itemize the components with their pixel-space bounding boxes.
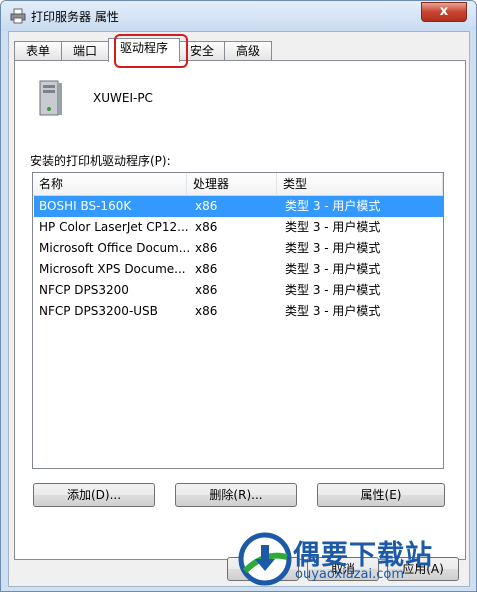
driver-row[interactable]: NFCP DPS3200-USB x86 类型 3 - 用户模式 xyxy=(34,301,443,322)
drivers-listview[interactable]: 名称 处理器 类型 BOSHI BS-160K x86 类型 3 - 用户模式 … xyxy=(32,172,444,469)
add-driver-button[interactable]: 添加(D)... xyxy=(33,483,155,507)
driver-row[interactable]: BOSHI BS-160K x86 类型 3 - 用户模式 xyxy=(34,196,443,217)
drivers-list-label: 安装的打印机驱动程序(P): xyxy=(30,154,171,168)
column-header-type[interactable]: 类型 xyxy=(277,173,443,195)
driver-processor: x86 xyxy=(195,241,218,255)
driver-name: NFCP DPS3200 xyxy=(39,283,129,297)
watermark-logo: 偶要下载站 ouyaoxiazai.com xyxy=(233,527,477,592)
title-bar[interactable]: 打印服务器 属性 x xyxy=(1,1,476,31)
driver-name: NFCP DPS3200-USB xyxy=(39,304,158,318)
driver-type: 类型 3 - 用户模式 xyxy=(285,241,381,255)
close-button[interactable]: x xyxy=(421,2,467,22)
driver-processor: x86 xyxy=(195,220,218,234)
driver-name: Microsoft Office Docum... xyxy=(39,241,189,255)
column-header-name[interactable]: 名称 xyxy=(33,173,187,195)
drivers-tab-panel: XUWEI-PC 安装的打印机驱动程序(P): 名称 处理器 类型 BOSHI … xyxy=(14,60,466,560)
column-header-processor[interactable]: 处理器 xyxy=(187,173,277,195)
driver-row[interactable]: Microsoft Office Docum... x86 类型 3 - 用户模… xyxy=(34,238,443,259)
dialog-client-area: 表单 端口 驱动程序 安全 高级 XUWEI-PC 安装的打印机驱动程序(P):… xyxy=(8,31,470,587)
driver-row[interactable]: NFCP DPS3200 x86 类型 3 - 用户模式 xyxy=(34,280,443,301)
listview-header: 名称 处理器 类型 xyxy=(33,173,443,196)
driver-processor: x86 xyxy=(195,283,218,297)
driver-row[interactable]: HP Color LaserJet CP12... x86 类型 3 - 用户模… xyxy=(34,217,443,238)
window-title: 打印服务器 属性 xyxy=(31,10,119,24)
driver-processor: x86 xyxy=(195,262,218,276)
driver-row[interactable]: Microsoft XPS Docume... x86 类型 3 - 用户模式 xyxy=(34,259,443,280)
driver-properties-button[interactable]: 属性(E) xyxy=(317,483,445,507)
remove-driver-button[interactable]: 删除(R)... xyxy=(175,483,297,507)
driver-processor: x86 xyxy=(195,199,218,213)
watermark-url: ouyaoxiazai.com xyxy=(295,567,404,582)
tab-security[interactable]: 安全 xyxy=(179,41,225,61)
tab-drivers[interactable]: 驱动程序 xyxy=(108,38,180,62)
printer-server-properties-window: 打印服务器 属性 x 表单 端口 驱动程序 安全 高级 XUWEI-PC 安装的… xyxy=(0,0,477,592)
driver-type: 类型 3 - 用户模式 xyxy=(285,304,381,318)
driver-name: Microsoft XPS Docume... xyxy=(39,262,186,276)
driver-name: HP Color LaserJet CP12... xyxy=(39,220,189,234)
tab-advanced[interactable]: 高级 xyxy=(224,41,272,61)
driver-name: BOSHI BS-160K xyxy=(39,199,132,213)
driver-type: 类型 3 - 用户模式 xyxy=(285,262,381,276)
driver-type: 类型 3 - 用户模式 xyxy=(285,220,381,234)
tab-forms[interactable]: 表单 xyxy=(14,41,62,61)
server-name: XUWEI-PC xyxy=(93,91,153,105)
computer-tower-icon xyxy=(39,80,62,116)
tab-ports[interactable]: 端口 xyxy=(61,41,109,61)
driver-type: 类型 3 - 用户模式 xyxy=(285,199,381,213)
driver-processor: x86 xyxy=(195,304,218,318)
driver-type: 类型 3 - 用户模式 xyxy=(285,283,381,297)
download-globe-icon xyxy=(238,532,292,586)
printer-icon xyxy=(10,8,26,24)
